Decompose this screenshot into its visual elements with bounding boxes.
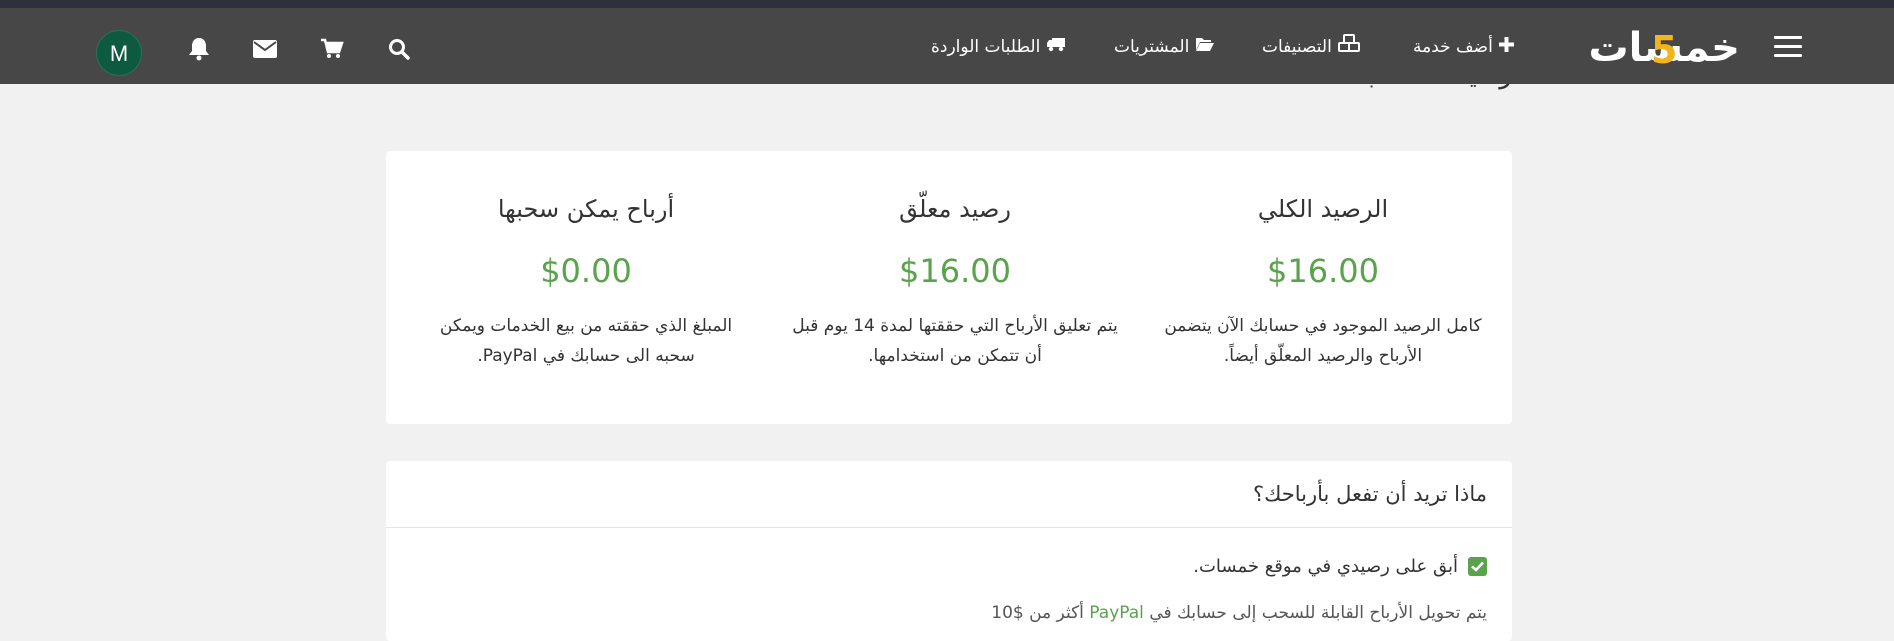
- checked-checkbox-icon[interactable]: [1468, 556, 1487, 576]
- plus-icon: [1498, 34, 1514, 60]
- nav-purchases[interactable]: المشتريات: [1114, 34, 1215, 60]
- option-label: أبق على رصيدي في موقع خمسات.: [1193, 555, 1458, 577]
- paypal-link[interactable]: PayPal: [1089, 603, 1144, 623]
- avatar[interactable]: M: [96, 30, 142, 76]
- logo-digit: 5: [1651, 28, 1678, 72]
- balance-title: رصيد معلّق: [899, 195, 1011, 223]
- card-title: ماذا تريد أن تفعل بأرباحك؟: [1252, 482, 1487, 506]
- site-logo[interactable]: خمسات 5: [1555, 24, 1740, 72]
- nav-incoming-orders[interactable]: الطلبات الواردة: [931, 34, 1066, 60]
- balance-description: كامل الرصيد الموجود في حسابك الآن يتضمن …: [1164, 316, 1482, 366]
- balance-description: يتم تعليق الأرباح التي حققتها لمدة 14 يو…: [792, 316, 1118, 366]
- balance-value: $16.00: [899, 252, 1011, 290]
- nav-categories[interactable]: التصنيفات: [1262, 34, 1360, 60]
- top-strip: [0, 0, 1894, 8]
- explanation-tail: أكثر من $10: [991, 603, 1084, 623]
- keep-balance-option[interactable]: أبق على رصيدي في موقع خمسات.: [1193, 552, 1487, 580]
- navbar: خمسات 5 أضف خدمة التصنيفات المشتريات الط…: [0, 8, 1894, 84]
- balance-title: الرصيد الكلي: [1257, 195, 1389, 223]
- option-explanation: يتم تحويل الأرباح القابلة للسحب إلى حساب…: [991, 603, 1487, 623]
- nav-link-label: التصنيفات: [1262, 37, 1332, 57]
- cubes-icon: [1337, 34, 1360, 60]
- balance-description: المبلغ الذي حققته من بيع الخدمات ويمكن س…: [439, 316, 733, 366]
- bell-icon[interactable]: [186, 38, 212, 61]
- balance-summary-card: الرصيد الكلي $16.00 كامل الرصيد الموجود …: [386, 151, 1512, 424]
- folder-open-icon: [1195, 34, 1215, 60]
- nav-link-label: الطلبات الواردة: [931, 37, 1041, 57]
- balance-value: $16.00: [1267, 252, 1379, 290]
- earnings-action-card: ماذا تريد أن تفعل بأرباحك؟ أبق على رصيدي…: [386, 461, 1512, 641]
- envelope-icon[interactable]: [252, 38, 278, 60]
- balance-withdrawable: أرباح يمكن سحبها $0.00 المبلغ الذي حققته…: [400, 151, 772, 424]
- balance-value: $0.00: [540, 252, 632, 290]
- card-header: ماذا تريد أن تفعل بأرباحك؟: [386, 461, 1512, 528]
- nav-link-label: المشتريات: [1114, 37, 1190, 57]
- nav-add-service[interactable]: أضف خدمة: [1413, 34, 1514, 60]
- balance-total: الرصيد الكلي $16.00 كامل الرصيد الموجود …: [1137, 151, 1509, 424]
- balance-title: أرباح يمكن سحبها: [497, 195, 675, 223]
- balance-pending: رصيد معلّق $16.00 يتم تعليق الأرباح التي…: [769, 151, 1141, 424]
- truck-icon: [1046, 34, 1066, 60]
- cart-icon[interactable]: [319, 38, 345, 60]
- nav-link-label: أضف خدمة: [1413, 37, 1493, 57]
- search-icon[interactable]: [386, 38, 412, 60]
- menu-icon[interactable]: [1774, 36, 1802, 58]
- explanation-text: يتم تحويل الأرباح القابلة للسحب إلى حساب…: [1149, 603, 1487, 623]
